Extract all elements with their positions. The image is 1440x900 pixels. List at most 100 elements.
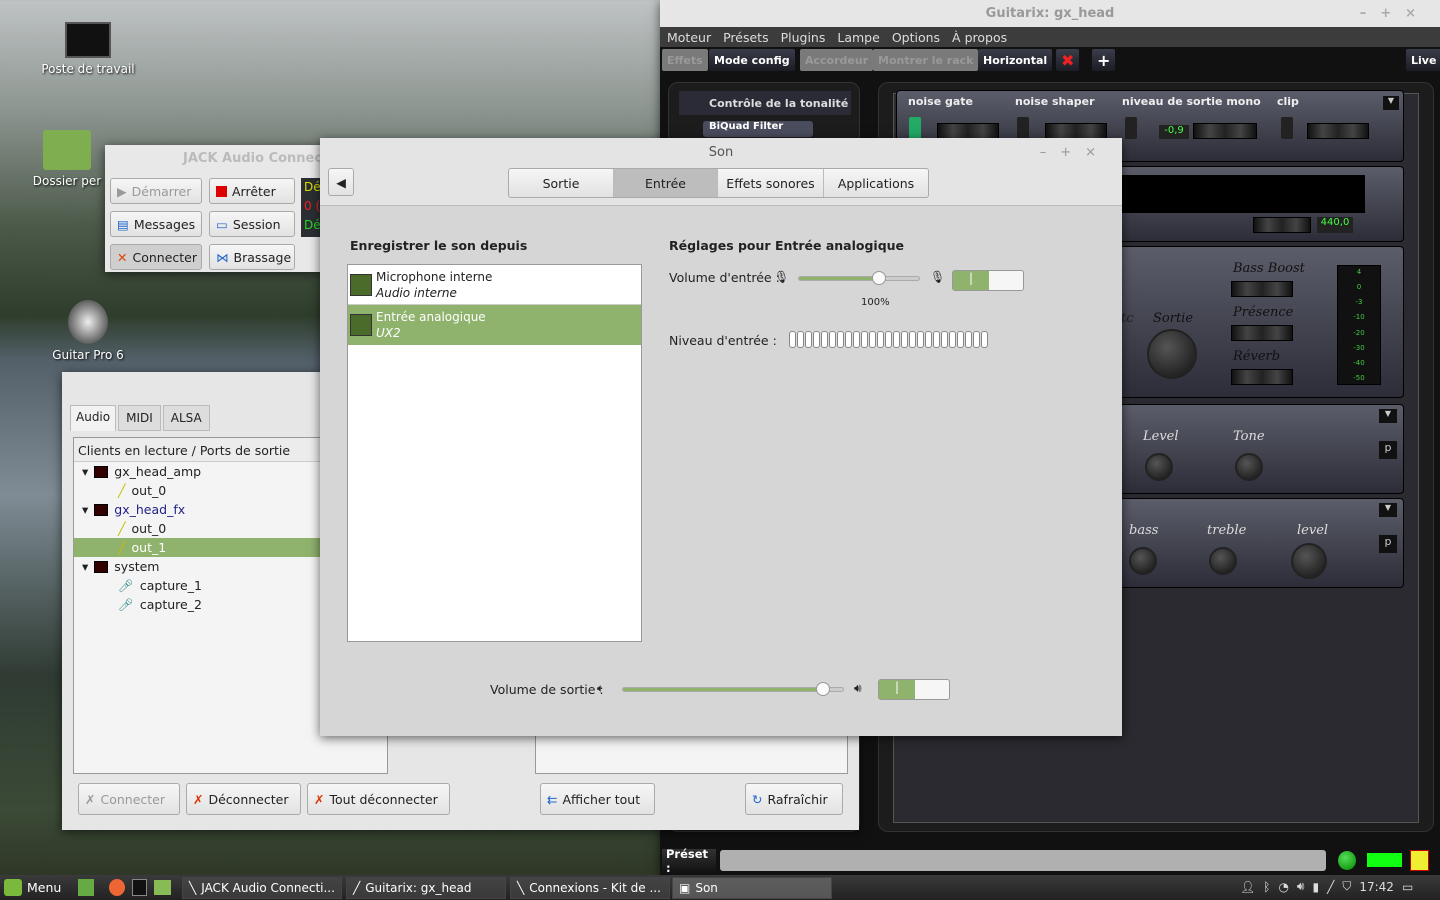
log-icon[interactable] bbox=[1410, 850, 1429, 871]
remove-icon[interactable]: ✖ bbox=[1056, 49, 1080, 71]
output-volume-slider[interactable] bbox=[622, 682, 844, 696]
guitarix-menubar: Moteur Présets Plugins Lampe Options À p… bbox=[660, 27, 1440, 47]
live-button[interactable]: Live bbox=[1406, 49, 1440, 71]
clip-slider[interactable] bbox=[1307, 123, 1369, 139]
config-mode-button[interactable]: Mode config bbox=[709, 49, 795, 71]
input-volume-slider[interactable] bbox=[798, 271, 920, 285]
refresh-button[interactable]: ↻ Rafraîchir bbox=[745, 783, 843, 815]
reverb-slider[interactable] bbox=[1231, 369, 1293, 385]
patchbay-button[interactable]: ⋈ Brassage bbox=[209, 244, 295, 270]
window-controls[interactable]: –+× bbox=[1360, 6, 1430, 21]
presence-slider[interactable] bbox=[1231, 325, 1293, 341]
show-desktop-icon[interactable] bbox=[78, 879, 94, 896]
expander-icon[interactable]: ▾ bbox=[82, 559, 88, 574]
engine-status-icon[interactable] bbox=[1338, 851, 1356, 870]
bass-boost-slider[interactable] bbox=[1231, 281, 1293, 297]
output-volume-handle[interactable] bbox=[816, 682, 830, 696]
messages-button[interactable]: ▤ Messages bbox=[110, 211, 202, 237]
firefox-icon[interactable] bbox=[109, 879, 125, 896]
dropdown-icon[interactable]: ▼ bbox=[1379, 409, 1397, 423]
noise-shaper-switch[interactable] bbox=[1017, 117, 1029, 139]
stop-button[interactable]: Arrêter bbox=[209, 178, 295, 204]
task-connexions[interactable]: ╲ Connexions - Kit de ... bbox=[510, 877, 670, 899]
fx-level-knob[interactable] bbox=[1291, 543, 1327, 579]
task-son[interactable]: ▣ Son bbox=[672, 877, 832, 899]
tab-entree[interactable]: Entrée bbox=[614, 169, 718, 197]
tuner-ref-slider[interactable] bbox=[1253, 217, 1311, 233]
device-item-selected[interactable]: Entrée analogique UX2 bbox=[348, 305, 641, 345]
menu-apropos[interactable]: À propos bbox=[952, 30, 1007, 45]
tuner-button[interactable]: Accordeur bbox=[800, 49, 874, 71]
bluetooth-icon[interactable]: ᛒ bbox=[1263, 880, 1270, 894]
mono-level-slider[interactable] bbox=[1193, 123, 1257, 139]
back-button[interactable]: ◀ bbox=[328, 168, 354, 196]
expander-icon[interactable]: ▾ bbox=[82, 464, 88, 479]
category-contr[interactable]: Contrôle de la tonalité bbox=[679, 91, 851, 115]
bass-knob[interactable] bbox=[1129, 547, 1157, 575]
guitarix-tray-icon[interactable]: ╱ bbox=[1327, 880, 1334, 894]
noise-gate-slider[interactable] bbox=[937, 123, 999, 139]
show-all-button[interactable]: ⇇ Afficher tout bbox=[540, 783, 655, 815]
tab-sortie[interactable]: Sortie bbox=[509, 169, 614, 197]
update-shield-icon[interactable]: ⛉ bbox=[1342, 879, 1351, 894]
mic-low-icon: 🎙︎ bbox=[774, 270, 790, 284]
connect-button[interactable]: ✕ Connecter bbox=[110, 244, 202, 270]
dropdown-icon[interactable]: ▼ bbox=[1379, 503, 1397, 517]
noise-shaper-slider[interactable] bbox=[1045, 123, 1107, 139]
wifi-icon[interactable]: ◔ bbox=[1278, 880, 1288, 894]
output-mute-toggle[interactable]: | bbox=[878, 679, 950, 700]
desktop-icon-home[interactable]: Dossier per bbox=[17, 130, 117, 188]
level-knob[interactable] bbox=[1145, 453, 1173, 481]
task-guitarix[interactable]: ╱ Guitarix: gx_head bbox=[346, 877, 506, 899]
tab-audio[interactable]: Audio bbox=[70, 405, 117, 431]
desktop-icon-guitarpro[interactable]: Guitar Pro 6 bbox=[38, 300, 138, 362]
user-icon[interactable]: 👤︎ bbox=[1240, 880, 1255, 894]
dropdown-icon[interactable]: ▼ bbox=[1383, 96, 1399, 110]
guitarix-titlebar[interactable]: Guitarix: gx_head –+× bbox=[660, 0, 1440, 27]
session-button[interactable]: ▭ Session bbox=[209, 211, 295, 237]
task-jack[interactable]: ╲ JACK Audio Connecti... bbox=[182, 877, 342, 899]
start-button[interactable]: ▶ Démarrer bbox=[110, 178, 202, 204]
tab-applications[interactable]: Applications bbox=[824, 169, 928, 197]
menu-lampe[interactable]: Lampe bbox=[837, 30, 879, 45]
tab-effets-sonores[interactable]: Effets sonores bbox=[718, 169, 824, 197]
menu-options[interactable]: Options bbox=[892, 30, 940, 45]
effects-button[interactable]: Effets bbox=[662, 49, 708, 71]
input-volume-handle[interactable] bbox=[871, 271, 886, 285]
preset-field[interactable] bbox=[720, 850, 1326, 871]
expander-icon[interactable]: ▾ bbox=[82, 502, 88, 517]
preset-icon[interactable]: p bbox=[1379, 535, 1397, 553]
sound-titlebar[interactable]: Son –+× bbox=[320, 138, 1122, 166]
tab-alsa[interactable]: ALSA bbox=[162, 405, 210, 431]
disconnect-all-button[interactable]: ✗ Tout déconnecter bbox=[307, 783, 450, 815]
plugin-biquad[interactable]: BiQuad Filter bbox=[703, 121, 813, 137]
disconnect-button[interactable]: ✗ Déconnecter bbox=[186, 783, 301, 815]
window-controls[interactable]: –+× bbox=[1040, 145, 1110, 160]
add-icon[interactable]: + bbox=[1092, 49, 1116, 71]
battery-icon[interactable]: ▮ bbox=[1312, 880, 1319, 894]
desktop-icon-computer[interactable]: Poste de travail bbox=[38, 22, 138, 76]
jack-plug-icon[interactable] bbox=[1367, 853, 1402, 867]
menu-button[interactable]: Menu bbox=[4, 879, 61, 896]
input-mute-toggle[interactable]: | bbox=[952, 270, 1024, 291]
device-item[interactable]: Microphone interne Audio interne bbox=[348, 265, 641, 305]
preset-icon[interactable]: p bbox=[1379, 441, 1397, 459]
terminal-icon[interactable] bbox=[132, 879, 147, 896]
clock[interactable]: 17:42 bbox=[1359, 880, 1394, 894]
files-icon[interactable] bbox=[154, 880, 171, 895]
tone-knob[interactable] bbox=[1235, 453, 1263, 481]
volume-icon[interactable]: 🔊︎ bbox=[1297, 879, 1305, 894]
menu-presets[interactable]: Présets bbox=[723, 30, 769, 45]
tab-midi[interactable]: MIDI bbox=[118, 405, 161, 431]
workspace-icon[interactable]: ▭ bbox=[1402, 880, 1413, 894]
output-knob[interactable] bbox=[1147, 329, 1197, 379]
horizontal-button[interactable]: Horizontal bbox=[978, 49, 1053, 71]
mono-level-switch[interactable] bbox=[1125, 117, 1137, 139]
connect-ports-button[interactable]: ✗ Connecter bbox=[78, 783, 180, 815]
clip-switch[interactable] bbox=[1281, 117, 1293, 139]
treble-knob[interactable] bbox=[1209, 547, 1237, 575]
menu-plugins[interactable]: Plugins bbox=[781, 30, 826, 45]
noise-gate-switch[interactable] bbox=[909, 117, 921, 139]
menu-moteur[interactable]: Moteur bbox=[667, 30, 711, 45]
show-rack-button[interactable]: Montrer le rack bbox=[873, 49, 979, 71]
